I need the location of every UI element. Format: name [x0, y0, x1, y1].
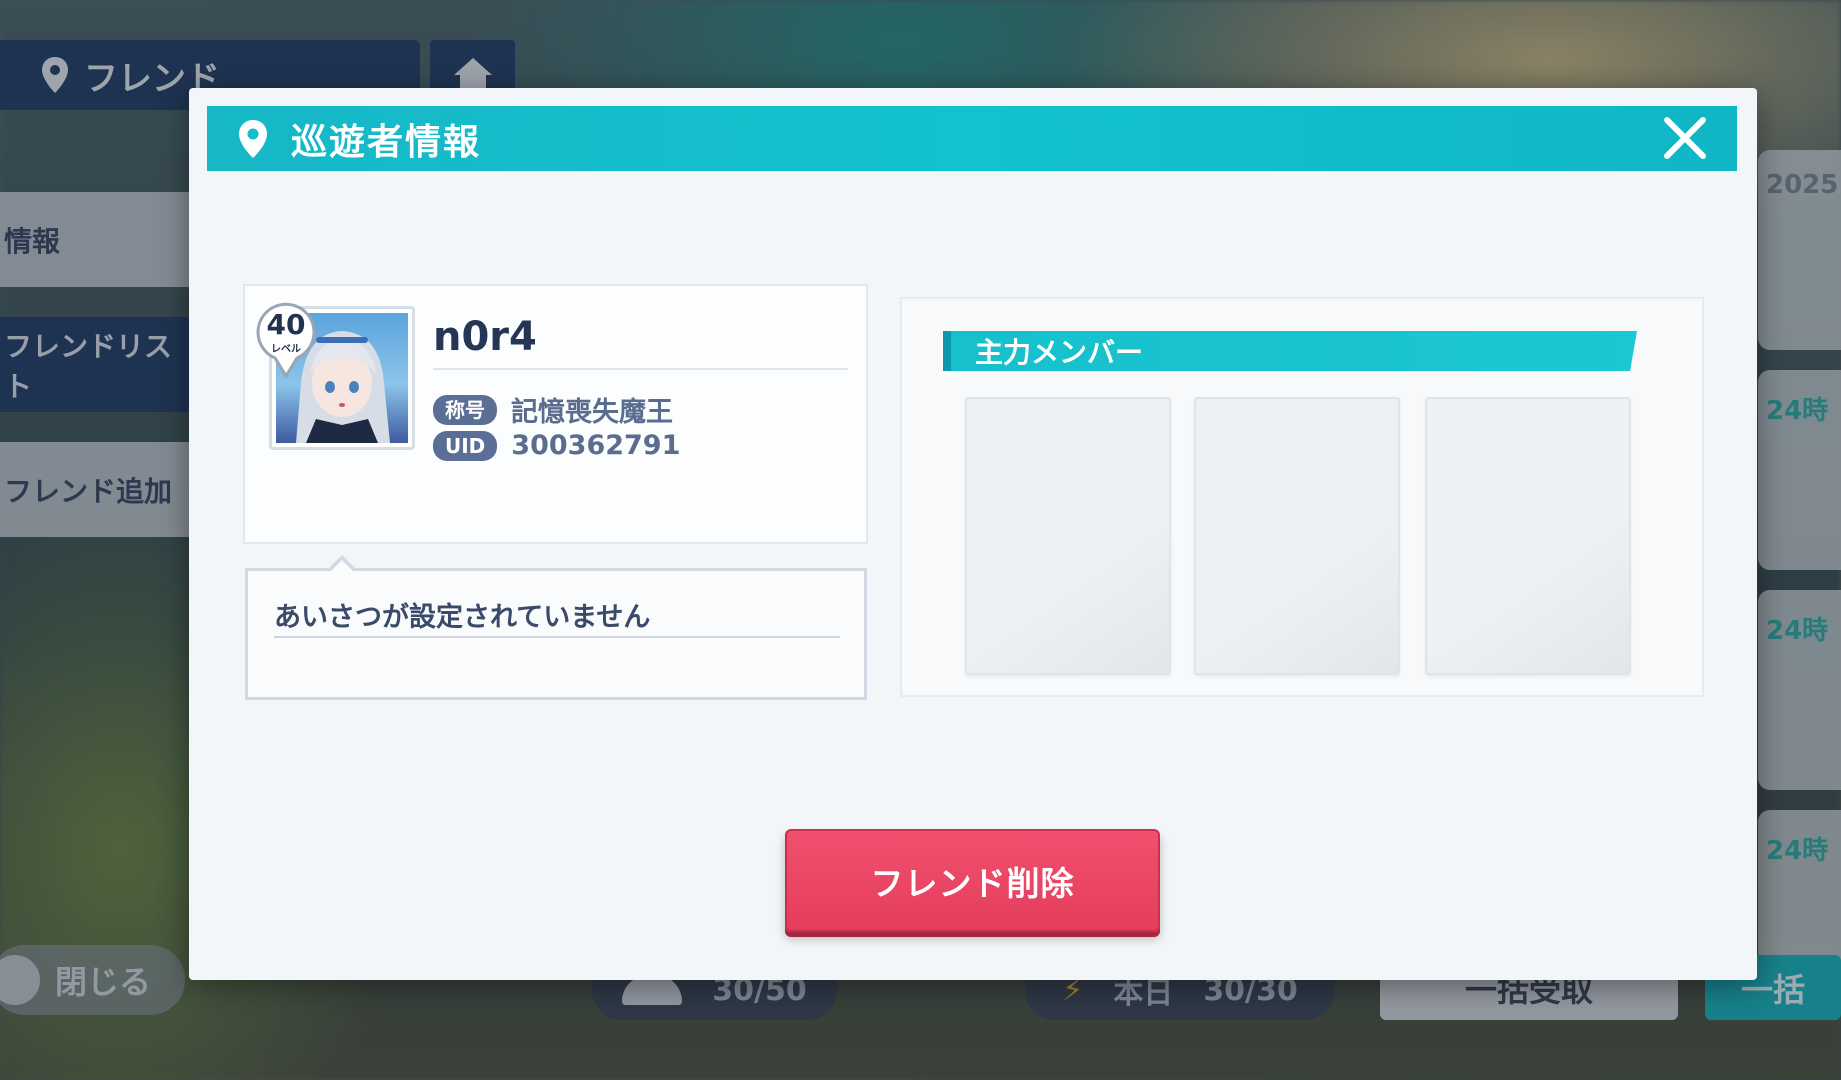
location-pin-icon [239, 119, 267, 158]
title-row: 称号 記憶喪失魔王 [433, 390, 673, 429]
title-value: 記憶喪失魔王 [511, 397, 673, 428]
member-slot-1[interactable] [965, 397, 1171, 675]
main-members-header: 主力メンバー [943, 331, 1637, 371]
delete-friend-button[interactable]: フレンド削除 [785, 829, 1160, 932]
greeting-box: あいさつが設定されていません [245, 555, 867, 700]
modal-title: 巡遊者情報 [291, 121, 482, 163]
uid-value: 300362791 [511, 430, 681, 461]
divider [433, 368, 848, 370]
member-slot-3[interactable] [1425, 397, 1631, 675]
modal-header: 巡遊者情報 [207, 106, 1737, 171]
main-members-panel: 主力メンバー [900, 297, 1704, 697]
level-label: レベル [271, 344, 301, 355]
profile-card: 40 レベル n0r4 称号 記憶喪失魔王 UID 300362791 [243, 284, 868, 544]
member-slot-2[interactable] [1194, 397, 1400, 675]
username: n0r4 [433, 314, 537, 360]
close-icon[interactable] [1661, 114, 1709, 162]
title-tag: 称号 [433, 394, 497, 425]
uid-row: UID 300362791 [433, 430, 680, 461]
traveler-info-modal: 巡遊者情報 40 レベル n0r4 称号 記憶喪失魔王 UID 30036279… [189, 88, 1757, 980]
level-value: 40 [266, 308, 306, 341]
divider [274, 636, 840, 638]
uid-tag: UID [433, 430, 498, 461]
greeting-text: あいさつが設定されていません [274, 602, 651, 633]
